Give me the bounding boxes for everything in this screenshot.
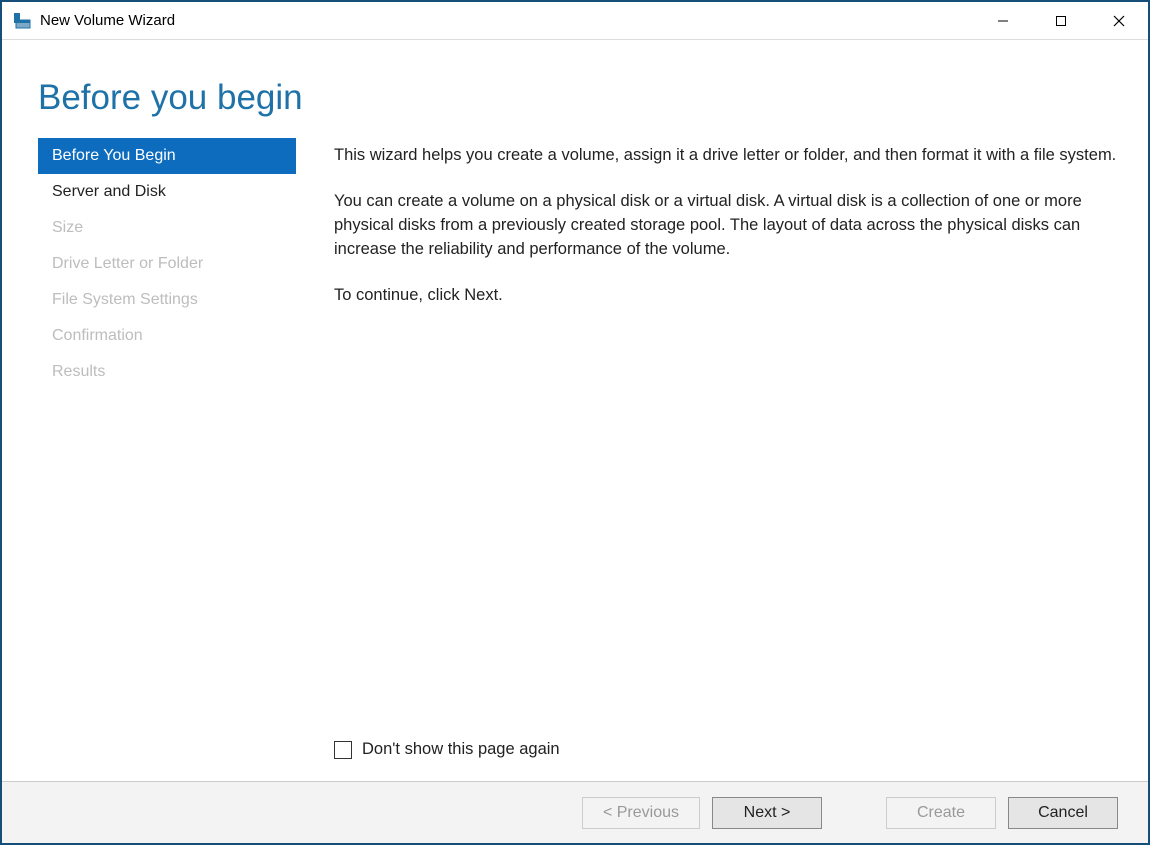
intro-text: This wizard helps you create a volume, a… [334,144,1122,308]
page-heading: Before you begin [38,78,1112,118]
intro-paragraph-1: This wizard helps you create a volume, a… [334,144,1122,168]
step-confirmation: Confirmation [38,318,296,354]
step-results: Results [38,354,296,390]
footer-bar: < Previous Next > Create Cancel [2,781,1148,843]
intro-paragraph-2: You can create a volume on a physical di… [334,190,1122,262]
step-size: Size [38,210,296,246]
titlebar: New Volume Wizard [2,2,1148,40]
window-controls [974,2,1148,40]
skip-label: Don't show this page again [362,740,560,759]
next-button[interactable]: Next > [712,797,822,829]
app-icon [12,11,32,31]
wizard-body: Before you begin Before You Begin Server… [2,40,1148,843]
maximize-button[interactable] [1032,2,1090,40]
minimize-button[interactable] [974,2,1032,40]
header-section: Before you begin [2,40,1148,138]
create-button: Create [886,797,996,829]
skip-row: Don't show this page again [334,740,1122,781]
previous-button: < Previous [582,797,700,829]
step-before-you-begin[interactable]: Before You Begin [38,138,296,174]
wizard-window: New Volume Wizard Before you begin Befor… [0,0,1150,845]
content-row: Before You Begin Server and Disk Size Dr… [2,138,1148,781]
close-button[interactable] [1090,2,1148,40]
skip-checkbox[interactable] [334,741,352,759]
step-drive-letter: Drive Letter or Folder [38,246,296,282]
steps-sidebar: Before You Begin Server and Disk Size Dr… [38,138,296,781]
main-column: This wizard helps you create a volume, a… [296,138,1122,781]
steps-list: Before You Begin Server and Disk Size Dr… [38,138,296,390]
intro-paragraph-3: To continue, click Next. [334,284,1122,308]
step-server-and-disk[interactable]: Server and Disk [38,174,296,210]
cancel-button[interactable]: Cancel [1008,797,1118,829]
step-file-system: File System Settings [38,282,296,318]
window-title: New Volume Wizard [40,12,974,29]
